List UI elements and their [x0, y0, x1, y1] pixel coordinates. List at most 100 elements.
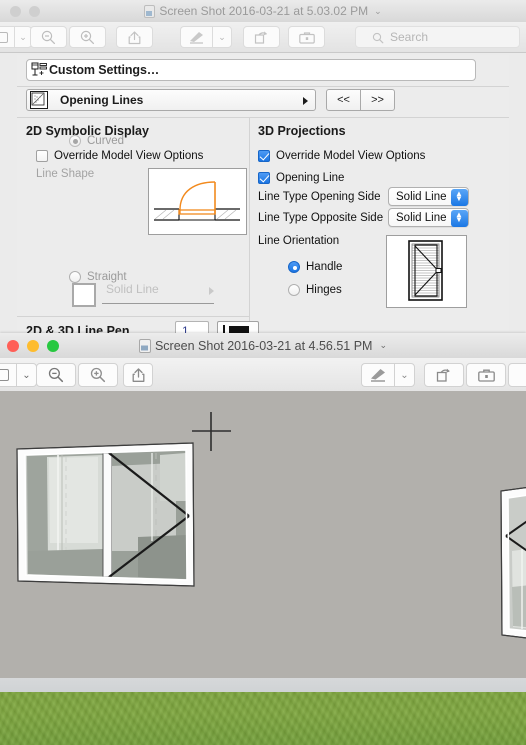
line-type-2d-value: Solid Line	[106, 282, 159, 296]
sidebar-toggle-button[interactable]	[0, 363, 16, 387]
radio-icon[interactable]	[288, 261, 300, 273]
window2-titlebar[interactable]: Screen Shot 2016-03-21 at 4.56.51 PM ⌄	[0, 333, 526, 359]
share-icon	[128, 30, 141, 45]
chevron-right-icon	[209, 287, 214, 295]
override-model-view-options-3d[interactable]: Override Model View Options	[258, 150, 425, 162]
settings-dialog: Custom Settings… Opening Lines << >> 2D …	[17, 55, 509, 333]
pen-weight-indicator	[223, 324, 225, 333]
line-type-opposite-side-select[interactable]: Solid Line ▲ ▼	[388, 208, 469, 227]
chevron-down-icon: ⌄	[400, 369, 409, 381]
toolbox-button[interactable]	[466, 363, 506, 387]
override-3d-label: Override Model View Options	[276, 150, 426, 162]
divider-3	[17, 316, 249, 317]
custom-settings-icon	[31, 62, 48, 78]
radio-hinges[interactable]: Hinges	[288, 284, 342, 296]
search-icon	[372, 32, 384, 44]
divider-1	[17, 86, 509, 87]
line-pen-number-input[interactable]: 1	[175, 321, 209, 333]
line-type-opposite-side-value: Solid Line	[396, 211, 447, 224]
markup-pen-icon	[189, 31, 205, 44]
rotate-button[interactable]	[424, 363, 464, 387]
stepper-arrows-icon: ▲ ▼	[450, 209, 468, 227]
toolbar-overflow-button[interactable]	[508, 363, 526, 387]
document-icon	[144, 4, 156, 18]
radio-hinges-label: Hinges	[306, 284, 342, 296]
share-button[interactable]	[116, 26, 153, 48]
toolbox-button[interactable]	[288, 26, 325, 48]
line-type-opposite-side-label: Line Type Opposite Side	[258, 212, 384, 224]
search-placeholder: Search	[390, 30, 429, 44]
checkbox-icon[interactable]	[36, 150, 48, 162]
sidebar-icon	[0, 369, 9, 381]
radio-icon[interactable]	[288, 284, 300, 296]
chevron-down-icon: ⌄	[22, 369, 31, 381]
radio-curved-label: Curved	[87, 135, 125, 147]
markup-pen-icon	[370, 368, 387, 382]
checkbox-icon[interactable]	[258, 150, 270, 162]
radio-icon[interactable]	[69, 135, 81, 147]
window1-toolbar: ⌄ ⌄ Search	[0, 22, 526, 53]
line-type-opening-side-value: Solid Line	[396, 190, 447, 203]
line-orientation-label: Line Orientation	[258, 235, 340, 247]
panel-3d-title: 3D Projections	[258, 124, 346, 138]
stepper-arrows-icon: ▲ ▼	[450, 188, 468, 206]
radio-handle[interactable]: Handle	[288, 261, 342, 273]
custom-settings-field[interactable]: Custom Settings…	[26, 59, 476, 81]
window1-titlebar[interactable]: Screen Shot 2016-03-21 at 5.03.02 PM ⌄	[0, 0, 526, 23]
rotate-icon	[254, 30, 269, 45]
zoom-in-button[interactable]	[69, 26, 106, 48]
share-button[interactable]	[123, 363, 153, 387]
line-pen-label: 2D & 3D Line Pen	[26, 324, 130, 333]
opening-line-label: Opening Line	[276, 172, 345, 184]
zoom-in-button[interactable]	[78, 363, 118, 387]
markup-button[interactable]	[180, 26, 212, 48]
line-type-opening-side-label: Line Type Opening Side	[258, 191, 381, 203]
checkbox-icon[interactable]	[258, 172, 270, 184]
zoom-out-icon	[48, 367, 64, 383]
opening-line-checkbox[interactable]: Opening Line	[258, 172, 344, 184]
override-model-view-options-2d[interactable]: Override Model View Options	[36, 150, 203, 162]
3d-model-viewport[interactable]	[0, 391, 526, 745]
screenshot-root: Screen Shot 2016-03-21 at 5.03.02 PM ⌄ ⌄	[0, 0, 526, 745]
window1-title: Screen Shot 2016-03-21 at 5.03.02 PM	[159, 4, 369, 18]
preview-window-1: Screen Shot 2016-03-21 at 5.03.02 PM ⌄ ⌄	[0, 0, 526, 333]
line-type-opening-side-select[interactable]: Solid Line ▲ ▼	[388, 187, 469, 206]
opening-lines-icon	[30, 91, 48, 109]
markup-button[interactable]	[361, 363, 394, 387]
rotate-icon	[436, 367, 452, 383]
window2-title: Screen Shot 2016-03-21 at 4.56.51 PM	[154, 338, 373, 353]
sidebar-icon	[0, 31, 8, 43]
sidebar-toggle-button[interactable]	[0, 26, 14, 48]
window2-title-chevron-icon[interactable]: ⌄	[379, 340, 387, 351]
markup-options-button[interactable]: ⌄	[212, 26, 232, 48]
line-orientation-preview	[386, 235, 467, 308]
toolbox-icon	[298, 31, 315, 44]
share-icon	[132, 367, 145, 383]
previous-page-button[interactable]: <<	[326, 89, 361, 111]
column-divider	[249, 117, 250, 333]
radio-icon[interactable]	[69, 271, 81, 283]
radio-handle-label: Handle	[306, 261, 343, 273]
line-type-preview-rule	[102, 303, 214, 304]
line-pen-color-swatch[interactable]	[217, 321, 259, 333]
override-2d-label: Override Model View Options	[54, 150, 204, 162]
markup-options-button[interactable]: ⌄	[394, 363, 415, 387]
door-swing-preview	[148, 168, 247, 235]
model-overlay	[16, 412, 526, 639]
custom-settings-label: Custom Settings…	[49, 63, 160, 77]
zoom-out-button[interactable]	[36, 363, 76, 387]
zoom-out-button[interactable]	[30, 26, 67, 48]
toolbox-icon	[477, 368, 495, 382]
search-input[interactable]: Search	[355, 26, 520, 48]
line-type-color-swatch-2d[interactable]	[72, 283, 96, 307]
sidebar-options-button[interactable]: ⌄	[16, 363, 37, 387]
radio-curved[interactable]: Curved	[69, 135, 124, 147]
pen-color-block	[229, 325, 249, 333]
window1-title-chevron-icon[interactable]: ⌄	[374, 6, 382, 17]
document-icon	[138, 339, 151, 353]
rotate-button[interactable]	[243, 26, 280, 48]
page-popup-button[interactable]: Opening Lines	[26, 89, 316, 111]
line-type-popup-2d[interactable]: Solid Line	[100, 281, 218, 309]
door-assembly-right-partial	[500, 487, 526, 639]
next-page-button[interactable]: >>	[360, 89, 395, 111]
